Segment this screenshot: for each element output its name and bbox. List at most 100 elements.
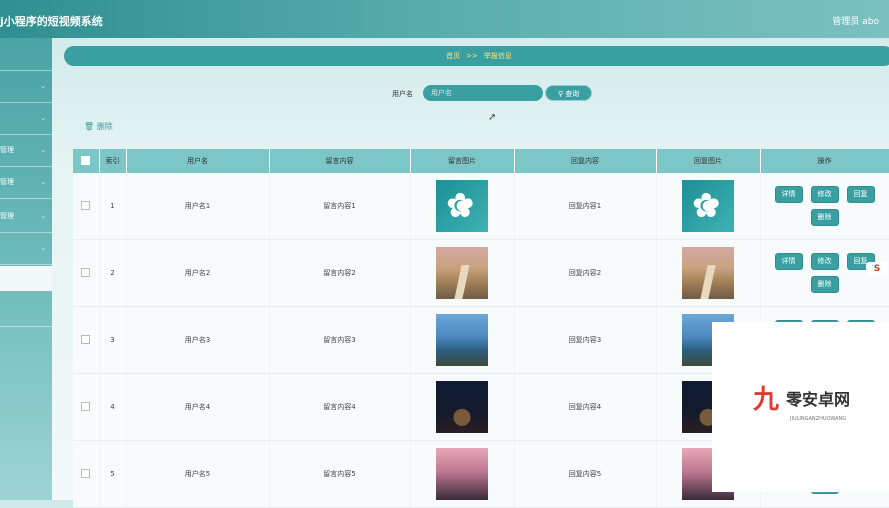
chevron-down-icon: ⌄	[40, 146, 46, 154]
sidebar: ⌄ ⌄ 管理 ⌄ 管理 ⌄ 管理 ⌄ ⌄	[0, 38, 52, 500]
edit-button[interactable]: 修改	[810, 186, 839, 203]
flower-image[interactable]	[436, 180, 488, 232]
username-cell: 用户名2	[126, 239, 270, 307]
message-image-cell	[410, 306, 515, 374]
search-label: 用户名	[392, 90, 413, 98]
flower-image[interactable]	[682, 180, 734, 232]
row-checkbox-cell[interactable]	[73, 373, 100, 441]
row-checkbox[interactable]	[81, 200, 91, 210]
reply-image-cell	[656, 239, 761, 307]
girl-image[interactable]	[436, 448, 488, 500]
watermark-subtext: JIULINGANZHUOWANG	[790, 416, 847, 422]
index-cell: 3	[99, 306, 127, 374]
delete-button[interactable]: 删除	[810, 209, 839, 226]
detail-button[interactable]: 详情	[774, 253, 803, 270]
trash-icon: 🗑	[84, 122, 95, 131]
breadcrumb-separator: >>	[466, 52, 478, 60]
sidebar-item-1[interactable]	[0, 38, 52, 71]
admin-user[interactable]: 管理员 abo	[832, 14, 879, 27]
app-title: j小程序的短视频系统	[0, 15, 103, 28]
chevron-down-icon: ⌄	[40, 82, 46, 90]
bulk-delete-button[interactable]: 🗑 删除	[84, 121, 113, 132]
index-cell: 2	[99, 239, 127, 307]
site-watermark: 九 零安卓网 JIULINGANZHUOWANG	[712, 322, 889, 492]
table-header-row: 索引 用户名 留言内容 留言图片 回复内容 回复图片 操作	[73, 149, 889, 173]
username-cell: 用户名4	[126, 373, 270, 441]
sidebar-item-2[interactable]: ⌄	[0, 70, 52, 103]
message-image-cell	[410, 373, 515, 441]
index-cell: 5	[99, 440, 127, 508]
index-cell: 4	[99, 373, 127, 441]
watermark-text: 零安卓网	[786, 390, 851, 409]
watermark-logo: 九	[748, 382, 784, 418]
row-checkbox[interactable]	[81, 468, 91, 478]
path-image[interactable]	[436, 247, 488, 299]
sidebar-item-9[interactable]	[0, 294, 52, 327]
username-cell: 用户名3	[126, 306, 270, 374]
delete-button[interactable]: 删除	[810, 276, 839, 293]
breadcrumb: 首页 >> 举报信息	[64, 46, 889, 66]
col-header-message-image: 留言图片	[410, 149, 515, 173]
row-checkbox[interactable]	[81, 401, 91, 411]
sidebar-item-4[interactable]: 管理 ⌄	[0, 134, 52, 167]
sidebar-item-7[interactable]: ⌄	[0, 232, 52, 265]
sidebar-item-8[interactable]	[0, 266, 52, 291]
message-cell: 留言内容1	[269, 173, 411, 240]
reply-image-cell	[656, 173, 761, 240]
reply-cell: 回复内容2	[514, 239, 657, 307]
reply-cell: 回复内容3	[514, 306, 657, 374]
path-image[interactable]	[682, 247, 734, 299]
chevron-down-icon: ⌄	[40, 244, 46, 252]
sidebar-item-6[interactable]: 管理 ⌄	[0, 200, 52, 233]
sidebar-item-3[interactable]: ⌄	[0, 102, 52, 135]
query-button-label: 查询	[565, 90, 580, 98]
reply-cell: 回复内容4	[514, 373, 657, 441]
message-image-cell	[410, 440, 515, 508]
select-all-header[interactable]	[73, 149, 100, 173]
actions-cell: 详情 修改 回复 删除	[760, 173, 889, 240]
message-cell: 留言内容4	[269, 373, 411, 441]
row-checkbox[interactable]	[81, 334, 91, 344]
row-checkbox-cell[interactable]	[73, 306, 100, 374]
row-checkbox[interactable]	[81, 267, 91, 277]
col-header-reply-image: 回复图片	[656, 149, 761, 173]
top-bar: j小程序的短视频系统 管理员 abo	[0, 0, 889, 38]
message-cell: 留言内容2	[269, 239, 411, 307]
reply-button[interactable]: 回复	[846, 186, 875, 203]
col-header-actions: 操作	[760, 149, 889, 173]
search-input[interactable]	[423, 85, 543, 101]
mouse-cursor-icon: ➚	[488, 112, 497, 123]
col-header-message: 留言内容	[269, 149, 411, 173]
sogou-input-badge[interactable]: S	[866, 262, 888, 276]
night-image[interactable]	[436, 381, 488, 433]
message-cell: 留言内容5	[269, 440, 411, 508]
col-header-reply: 回复内容	[514, 149, 657, 173]
chevron-down-icon: ⌄	[40, 178, 46, 186]
query-button[interactable]: ⚲ 查询	[545, 85, 592, 101]
message-image-cell	[410, 173, 515, 240]
lake-image[interactable]	[436, 314, 488, 366]
sidebar-item-5[interactable]: 管理 ⌄	[0, 166, 52, 199]
index-cell: 1	[99, 173, 127, 240]
message-image-cell	[410, 239, 515, 307]
message-cell: 留言内容3	[269, 306, 411, 374]
col-header-index: 索引	[99, 149, 127, 173]
breadcrumb-current: 举报信息	[483, 52, 512, 60]
table-row: 1 用户名1 留言内容1 回复内容1 详情 修改 回复 删除	[73, 173, 889, 240]
username-cell: 用户名1	[126, 173, 270, 240]
reply-cell: 回复内容1	[514, 173, 657, 240]
detail-button[interactable]: 详情	[774, 186, 803, 203]
search-icon: ⚲	[557, 90, 563, 98]
edit-button[interactable]: 修改	[810, 253, 839, 270]
col-header-username: 用户名	[126, 149, 270, 173]
breadcrumb-home[interactable]: 首页	[446, 52, 460, 60]
bulk-delete-label: 删除	[96, 122, 113, 131]
select-all-checkbox[interactable]	[81, 155, 91, 165]
username-cell: 用户名5	[126, 440, 270, 508]
chevron-down-icon: ⌄	[40, 114, 46, 122]
row-checkbox-cell[interactable]	[73, 440, 100, 508]
row-checkbox-cell[interactable]	[73, 173, 100, 240]
row-checkbox-cell[interactable]	[73, 239, 100, 307]
chevron-down-icon: ⌄	[40, 212, 46, 220]
table-row: 2 用户名2 留言内容2 回复内容2 详情 修改 回复 删除	[73, 239, 889, 307]
